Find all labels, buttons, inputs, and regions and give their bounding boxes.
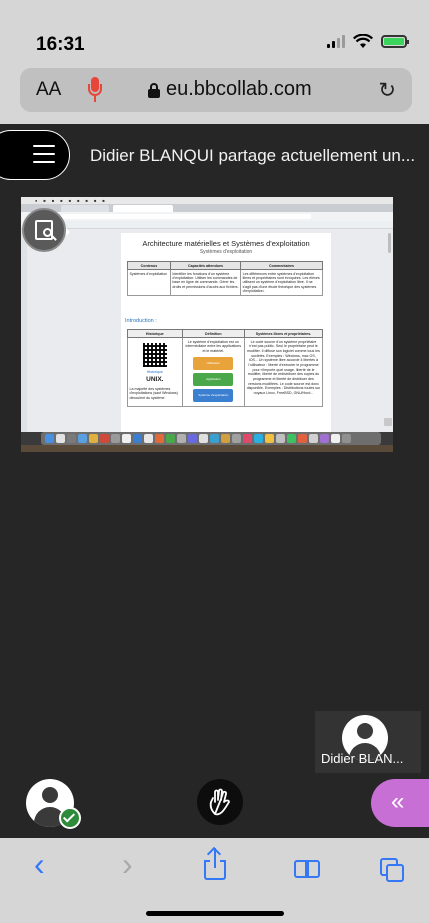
mac-dock [41,432,381,445]
address-bar[interactable]: AA eu.bbcollab.com ↻ [20,68,412,112]
docs-ruler [21,221,393,229]
share-icon[interactable] [202,846,228,886]
microphone-icon[interactable] [88,77,102,103]
screen: 16:31 AA eu.bbcollab.com ↻ Didier BLANQU… [0,0,429,923]
table-row: Systèmes d'exploitation Identifier les f… [127,268,323,297]
docs-canvas: Architecture matérielles et Systèmes d'e… [21,229,393,432]
status-check-icon [59,807,81,829]
forward-button[interactable]: › [122,846,133,886]
tabs-icon[interactable] [380,846,408,886]
table-header: Commentaires [240,261,323,270]
reload-icon[interactable]: ↻ [378,78,396,103]
qr-code-icon [142,342,167,367]
session-header: Didier BLANQUI partage actuellement un..… [0,124,429,190]
url-text[interactable]: eu.bbcollab.com [166,78,312,101]
text-size-button[interactable]: AA [36,79,61,101]
table-header: Historique [127,329,183,338]
document-subtitle: Systèmes d'exploitation [199,249,253,255]
share-status-title: Didier BLANQUI partage actuellement un..… [90,146,416,165]
table-header: Systèmes libres et propriétaires. [243,329,324,338]
docs-scrollbar [388,233,391,253]
introduction-table: Historique Définition Systèmes libres et… [127,329,324,408]
lock-icon [148,83,160,98]
collaborate-panel-button[interactable]: « [371,779,429,827]
minimize-share-button[interactable] [384,418,392,426]
browser-address-bar [21,212,393,221]
back-button[interactable]: ‹ [34,846,45,886]
table-header: Capacités attendues [169,261,242,270]
layers-diagram: Utilisateur Application Système d'exploi… [193,356,234,402]
session-menu-button[interactable] [0,130,70,180]
unix-label: UNIX. [146,376,164,384]
safari-toolbar: ‹ › [0,838,429,923]
share-viewer-icon[interactable] [22,208,70,252]
document-title: Architecture matérielles et Systèmes d'e… [142,239,310,248]
intro-heading: Introduction : [125,318,157,324]
history-link: Historique [146,369,163,374]
participant-tile[interactable]: Didier BLAN... [315,711,421,773]
home-indicator [146,911,284,916]
capacities-table: Contenus Capacités attendues Commentaire… [127,261,323,297]
table-row: Historique UNIX. La majorité des système… [127,336,324,408]
signal-icon [327,35,345,48]
status-time: 16:31 [36,34,85,55]
participant-name: Didier BLAN... [321,751,404,766]
browser-tabs [21,204,393,212]
battery-icon [381,35,409,48]
raise-hand-button[interactable] [197,779,243,825]
table-header: Définition [181,329,245,338]
hamburger-icon [33,145,55,169]
mac-menubar: ● ■ ■ ■ ■ ■ ■ ■ ■ [21,197,393,204]
hand-icon [209,788,230,816]
status-icons [327,34,409,49]
table-header: Contenus [127,261,171,270]
bookmarks-icon[interactable] [294,846,322,886]
safari-top-bar: 16:31 AA eu.bbcollab.com ↻ [0,0,429,124]
document-page: Architecture matérielles et Systèmes d'e… [121,233,331,432]
shared-screen[interactable]: ● ■ ■ ■ ■ ■ ■ ■ ■ Architecture matérielles et Sy… [21,197,393,452]
wifi-icon [353,34,373,48]
